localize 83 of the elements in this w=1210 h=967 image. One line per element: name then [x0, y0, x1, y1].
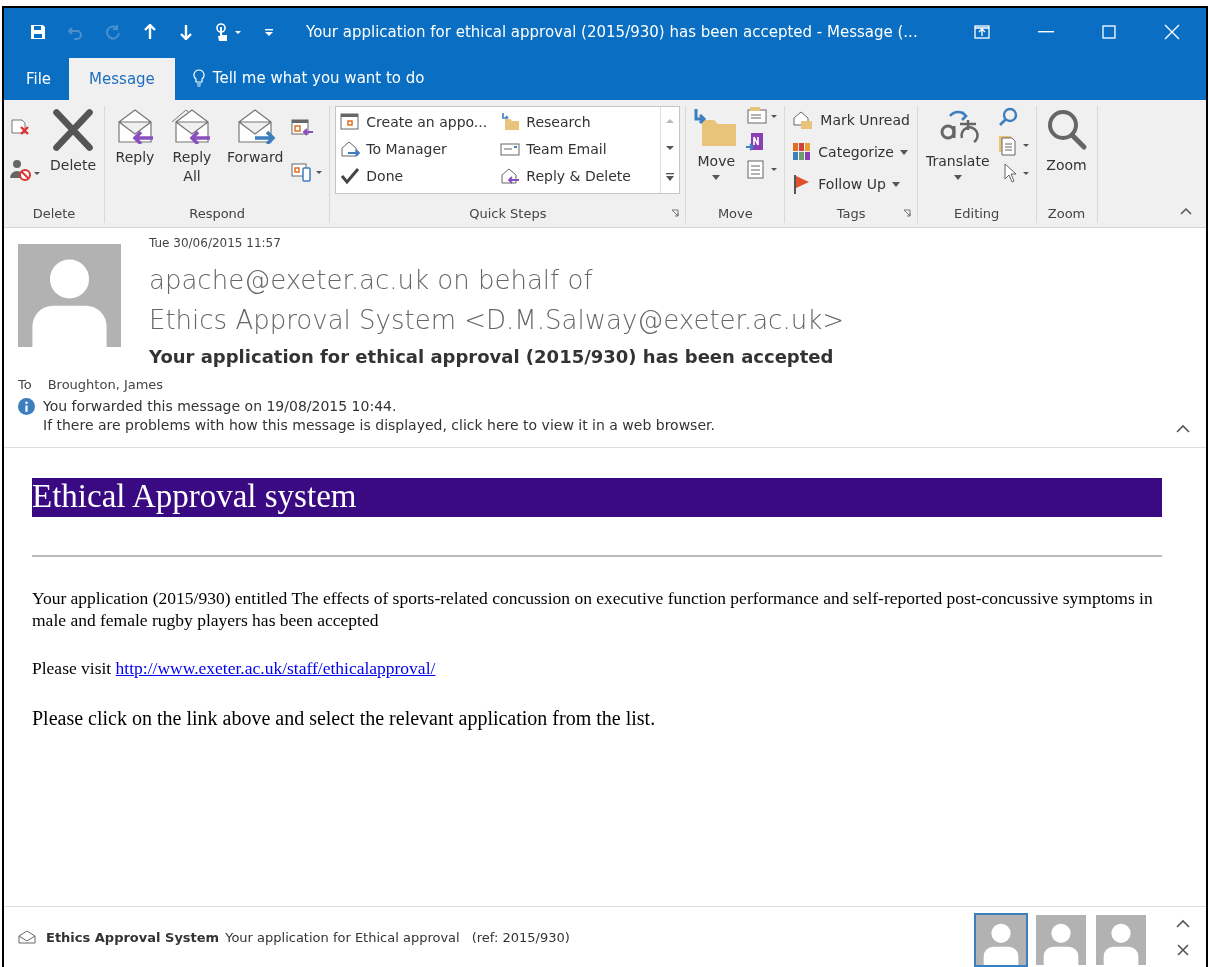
window-title: Your application for ethical approval (2015/930) has been accepted - Message (... — [306, 23, 919, 41]
categorize-button[interactable]: Categorize — [790, 138, 910, 166]
approval-link[interactable]: http://www.exeter.ac.uk/staff/ethicalapproval/ — [115, 658, 436, 678]
forward-button[interactable]: Forward — [224, 106, 287, 169]
customize-icon[interactable] — [264, 27, 274, 37]
mark-unread-button[interactable]: Mark Unread — [790, 106, 912, 134]
contact-avatar[interactable] — [974, 913, 1028, 967]
group-label: Respond — [189, 206, 246, 223]
visit-text: Please visit — [32, 658, 112, 678]
tell-me-search[interactable]: Tell me what you want to do — [212, 69, 425, 87]
translate-button[interactable]: Translate — [922, 106, 993, 182]
instruction-text: Please click on the link above and select the relevant application from the list. — [32, 707, 657, 730]
actions-icon[interactable] — [745, 158, 780, 180]
message-date: Tue 30/06/2015 11:57 — [149, 236, 282, 252]
people-subject: Your application for Ethical approval — [225, 929, 460, 945]
folder-icon — [500, 111, 521, 132]
caret-icon — [899, 149, 908, 155]
quick-step[interactable]: Research — [498, 108, 659, 135]
lightbulb-icon — [192, 69, 205, 87]
group-label: Quick Steps — [469, 206, 547, 223]
expand-gallery-icon[interactable] — [665, 172, 676, 183]
reply-all-button[interactable]: Reply All — [164, 106, 220, 188]
rules-icon[interactable] — [745, 106, 780, 126]
envelope-icon — [18, 930, 36, 944]
to-label: To — [18, 377, 32, 392]
quick-step[interactable]: Reply & Delete — [498, 162, 659, 189]
down-arrow-icon[interactable] — [178, 24, 194, 40]
group-label: Move — [717, 206, 753, 223]
body-paragraph: Your application (2015/930) entitled The effects of sports-related concussion on executive function performance and self-reported post-concussive symptoms in male and female rugby players has been accepted — [32, 587, 1154, 631]
ribbon-tab[interactable]: File — [4, 58, 70, 100]
caret-icon — [953, 175, 962, 180]
dialog-launcher-icon[interactable] — [671, 209, 680, 217]
sender-line: Ethics Approval System <D.M.Salway@exeter.ac.uk> — [149, 304, 844, 337]
envelope-icon — [792, 110, 815, 130]
close-icon[interactable] — [1164, 24, 1180, 40]
dialog-launcher-icon[interactable] — [902, 209, 911, 217]
folder-icon — [694, 108, 739, 148]
expand-pane-icon[interactable] — [1176, 918, 1190, 928]
onenote-icon[interactable] — [745, 132, 766, 152]
message-subject: Your application for ethical approval (2015/930) has been accepted — [149, 346, 835, 367]
sender-line: apache@exeter.ac.uk on behalf of — [149, 264, 594, 297]
info-bar-text[interactable]: If there are problems with how this message is displayed, click here to view it in a web browser. — [43, 417, 715, 433]
quick-step[interactable]: Create an appo... — [338, 108, 499, 135]
calendar-icon — [340, 111, 361, 132]
collapse-ribbon-icon[interactable] — [1180, 207, 1192, 215]
document-icon[interactable] — [996, 134, 1031, 156]
collapse-header-icon[interactable] — [1176, 424, 1190, 433]
zoom-button[interactable]: Zoom — [1041, 106, 1092, 177]
minimize-icon[interactable] — [1038, 31, 1054, 33]
email-banner: Ethical Approval system — [32, 478, 1162, 517]
follow-up-button[interactable]: Follow Up — [790, 170, 902, 198]
delete-button[interactable]: Delete — [47, 106, 99, 177]
ribbon-display-icon[interactable] — [974, 25, 990, 39]
move-button[interactable]: Move — [691, 106, 742, 182]
close-pane-icon[interactable] — [1177, 943, 1189, 956]
quick-step[interactable]: Done — [338, 162, 499, 189]
touch-mode-icon[interactable] — [214, 23, 244, 41]
sender-name: Ethics Approval System — [46, 929, 220, 945]
reference-text: (ref: 2015/930) — [471, 929, 570, 945]
scroll-down-icon[interactable] — [665, 145, 676, 151]
group-label: Tags — [836, 206, 866, 223]
meeting-icon[interactable] — [290, 118, 315, 138]
junk-user-icon[interactable] — [9, 158, 43, 182]
reply-button[interactable]: Reply — [110, 106, 160, 169]
checkmark-icon — [340, 165, 361, 186]
ribbon-tab[interactable]: Message — [69, 58, 175, 100]
save-icon[interactable] — [30, 24, 46, 40]
more-respond-icon[interactable] — [290, 160, 325, 182]
group-label: Delete — [32, 206, 76, 223]
maximize-icon[interactable] — [1102, 25, 1116, 39]
delete-x-icon — [51, 108, 95, 152]
group-label: Zoom — [1047, 206, 1086, 223]
recipient-name[interactable]: Broughton, James — [47, 377, 164, 392]
quick-step[interactable]: Team Email — [498, 135, 659, 162]
color-grid-icon — [792, 142, 813, 162]
caret-icon — [712, 175, 721, 180]
info-icon — [18, 398, 35, 415]
quick-step[interactable]: To Manager — [338, 135, 499, 162]
group-label: Editing — [954, 206, 1000, 223]
caret-icon — [891, 181, 900, 187]
info-bar-text: You forwarded this message on 19/08/2015 10:44. — [43, 398, 398, 414]
avatar-icon — [18, 244, 121, 347]
up-arrow-icon[interactable] — [142, 24, 158, 40]
